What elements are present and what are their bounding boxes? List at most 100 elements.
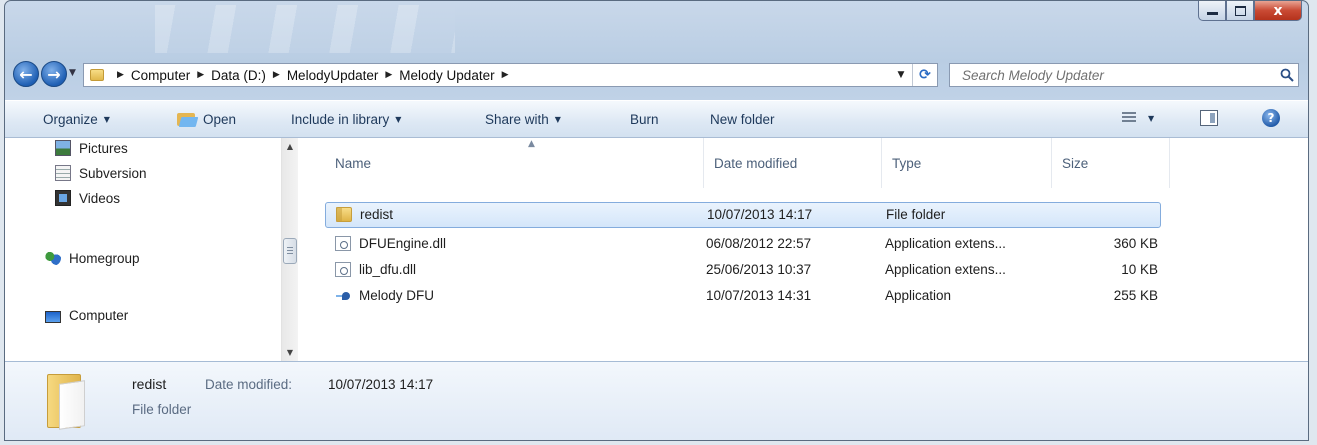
file-row-redist[interactable]: redist 10/07/2013 14:17 File folder [325, 202, 1161, 228]
caption-buttons: x [1198, 1, 1302, 23]
chevron-right-icon: ▶ [117, 70, 124, 80]
address-bar[interactable]: ▶ Computer ▶ Data (D:) ▶ MelodyUpdater ▶ Me… [83, 63, 938, 87]
dropdown-caret-icon: ▼ [554, 115, 561, 124]
file-date-cell: 10/07/2013 14:31 [706, 288, 812, 303]
nav-item-videos[interactable]: Videos [55, 190, 120, 206]
subversion-icon [55, 165, 71, 181]
videos-icon [55, 190, 71, 206]
minimize-icon [1206, 12, 1218, 15]
navigation-pane: Pictures Subversion Videos Homegroup Com… [5, 138, 281, 361]
nav-item-subversion[interactable]: Subversion [55, 165, 147, 181]
application-icon [335, 288, 351, 303]
column-header-name[interactable]: Name ▲ [325, 138, 704, 188]
open-button[interactable]: Open [177, 112, 236, 127]
new-folder-button[interactable]: New folder [710, 112, 775, 127]
details-item-name: redist [132, 376, 167, 392]
scroll-down-button[interactable]: ▼ [282, 344, 298, 361]
refresh-icon: ⟳ [919, 67, 931, 83]
column-header-type[interactable]: Type [882, 138, 1052, 188]
nav-item-pictures[interactable]: Pictures [55, 140, 128, 156]
organize-button[interactable]: Organize ▼ [43, 112, 110, 127]
file-date-cell: 10/07/2013 14:17 [707, 207, 813, 222]
chevron-right-icon[interactable]: ▶ [273, 70, 280, 80]
navigation-scrollbar[interactable]: ▲ ▼ [281, 138, 298, 361]
details-date-label: Date modified: [205, 377, 293, 392]
share-with-button[interactable]: Share with ▼ [485, 112, 561, 127]
chevron-right-icon[interactable]: ▶ [385, 70, 392, 80]
include-in-library-button[interactable]: Include in library ▼ [291, 112, 401, 127]
address-history-dropdown[interactable]: ▼ [890, 64, 912, 86]
preview-pane-icon[interactable] [1200, 110, 1218, 126]
file-size-cell: 10 KB [1121, 262, 1158, 277]
breadcrumb-root-chevron[interactable]: ▶ [110, 70, 131, 80]
dll-icon [335, 236, 351, 251]
address-controls: ▼ ⟳ [890, 64, 937, 86]
command-bar: Organize ▼ Open Include in library ▼ Share… [5, 100, 1308, 138]
details-view-icon [1122, 112, 1136, 124]
close-icon: x [1273, 2, 1283, 19]
file-size-cell: 255 KB [1113, 288, 1158, 303]
chevron-right-icon[interactable]: ▶ [197, 70, 204, 80]
maximize-button[interactable] [1226, 1, 1254, 21]
address-folder-icon [90, 69, 104, 81]
back-arrow-icon: ← [19, 64, 33, 84]
folder-icon [336, 207, 352, 222]
homegroup-icon [45, 250, 61, 266]
file-row-melody-dfu[interactable]: Melody DFU 10/07/2013 14:31 Application … [325, 284, 1161, 310]
minimize-button[interactable] [1198, 1, 1226, 21]
recent-pages-dropdown[interactable]: ▼ [69, 68, 76, 78]
column-header-size[interactable]: Size [1052, 138, 1170, 188]
explorer-window: x ← → ▼ ▶ Computer ▶ Data (D:) ▶ MelodyUpd… [4, 0, 1309, 441]
file-type-cell: Application [885, 288, 952, 303]
file-row-lib-dfu-dll[interactable]: lib_dfu.dll 25/06/2013 10:37 Application… [325, 258, 1161, 284]
file-size-cell: 360 KB [1113, 236, 1158, 251]
file-type-cell: File folder [886, 207, 946, 222]
file-name-cell: redist [336, 207, 393, 222]
maximize-icon [1234, 5, 1246, 16]
chevron-right-icon[interactable]: ▶ [502, 70, 509, 80]
column-header-date-modified[interactable]: Date modified [704, 138, 882, 188]
breadcrumb-melodyupdater[interactable]: MelodyUpdater ▶ [287, 68, 399, 83]
dll-icon [335, 262, 351, 277]
back-button[interactable]: ← [13, 61, 39, 87]
forward-arrow-icon: → [47, 64, 61, 84]
file-type-cell: Application extens... [885, 262, 1006, 277]
file-date-cell: 25/06/2013 10:37 [706, 262, 812, 277]
breadcrumb-data-drive[interactable]: Data (D:) ▶ [211, 68, 287, 83]
file-list: Name ▲ Date modified Type Size redist 10/… [298, 138, 1308, 361]
dropdown-caret-icon: ▼ [1148, 113, 1155, 123]
details-pane: redist Date modified: 10/07/2013 14:17 F… [5, 361, 1308, 440]
file-name-cell: lib_dfu.dll [335, 262, 416, 277]
search-input[interactable] [960, 64, 1276, 86]
title-bar-background [155, 5, 455, 53]
open-folder-icon [177, 112, 199, 127]
forward-button[interactable]: → [41, 61, 67, 87]
details-date-value: 10/07/2013 14:17 [328, 377, 434, 392]
content-area: Pictures Subversion Videos Homegroup Com… [5, 138, 1308, 361]
sort-ascending-icon: ▲ [528, 139, 535, 149]
scroll-up-button[interactable]: ▲ [282, 138, 298, 155]
pictures-icon [55, 140, 71, 156]
computer-icon [45, 310, 61, 323]
refresh-button[interactable]: ⟳ [912, 64, 937, 86]
file-type-cell: Application extens... [885, 236, 1006, 251]
scroll-thumb[interactable] [283, 238, 297, 264]
nav-item-homegroup[interactable]: Homegroup [45, 250, 140, 266]
search-icon[interactable] [1276, 68, 1298, 82]
file-name-cell: DFUEngine.dll [335, 236, 446, 251]
burn-button[interactable]: Burn [630, 112, 659, 127]
file-name-cell: Melody DFU [335, 288, 434, 303]
breadcrumb-melody-updater[interactable]: Melody Updater ▶ [399, 68, 515, 83]
address-row: ← → ▼ ▶ Computer ▶ Data (D:) ▶ MelodyUpdat… [5, 57, 1308, 91]
file-row-dfuengine-dll[interactable]: DFUEngine.dll 06/08/2012 22:57 Applicati… [325, 232, 1161, 258]
help-icon[interactable]: ? [1262, 109, 1280, 127]
search-box[interactable] [949, 63, 1299, 87]
large-folder-icon [47, 374, 87, 430]
change-view-button[interactable]: ▼ [1122, 112, 1154, 124]
dropdown-caret-icon: ▼ [103, 115, 110, 124]
close-button[interactable]: x [1254, 1, 1302, 21]
nav-item-computer[interactable]: Computer [45, 308, 128, 323]
details-item-type: File folder [132, 402, 192, 417]
breadcrumb-computer[interactable]: Computer ▶ [131, 68, 211, 83]
file-date-cell: 06/08/2012 22:57 [706, 236, 812, 251]
